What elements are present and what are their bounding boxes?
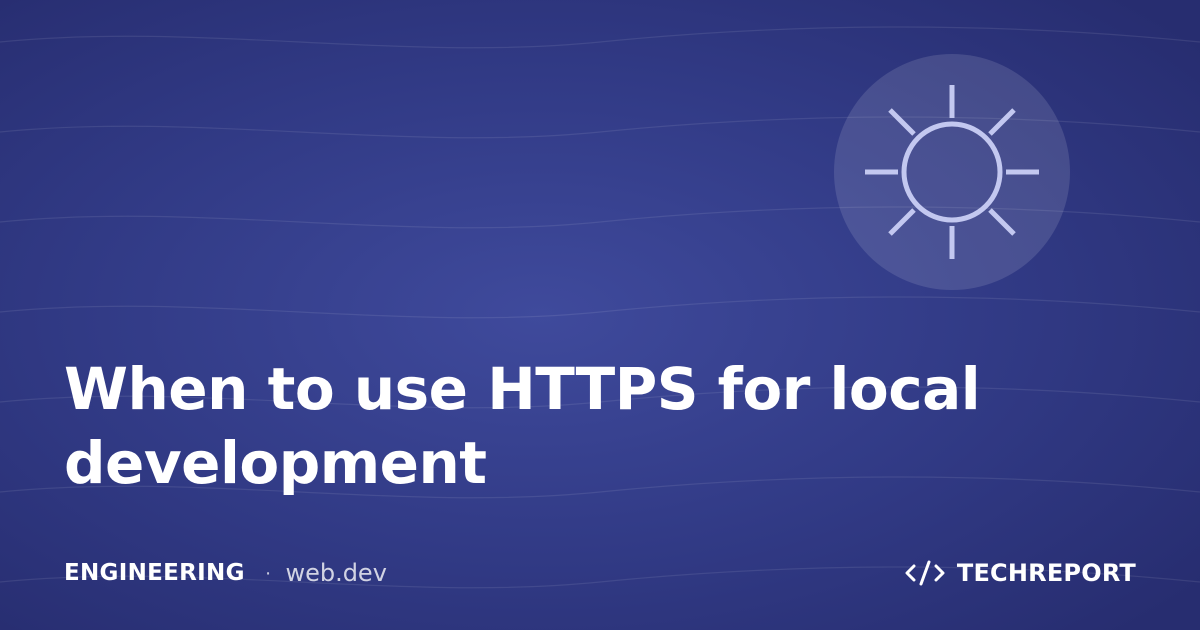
meta-separator: · [264, 561, 272, 584]
emblem-circle [834, 54, 1070, 290]
category-label: ENGINEERING [64, 560, 245, 586]
brand-name: TECHREPORT [956, 559, 1136, 587]
page-title: When to use HTTPS for local development [64, 355, 981, 497]
code-icon [905, 560, 945, 586]
article-meta: ENGINEERING · web.dev [64, 556, 387, 590]
brand-logo: TECHREPORT [905, 556, 1136, 590]
social-card: When to use HTTPS for local development … [0, 0, 1200, 630]
sun-icon [865, 85, 1039, 259]
source-domain: web.dev [285, 559, 387, 587]
